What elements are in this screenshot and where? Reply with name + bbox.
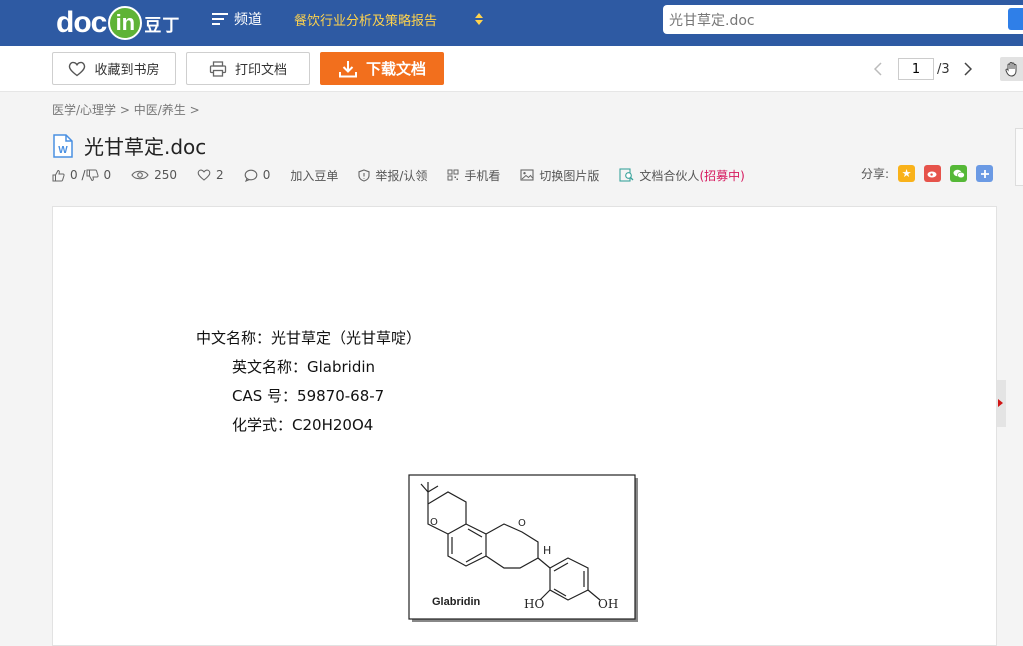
docin-logo[interactable]: doc in 豆丁 — [56, 0, 180, 46]
print-button[interactable]: 打印文档 — [186, 52, 310, 85]
channel-menu[interactable]: 频道 — [212, 8, 262, 30]
breadcrumb: 医学/心理学 > 中医/养生 > — [52, 101, 200, 118]
svg-text:O: O — [518, 518, 526, 529]
logo-chinese: 豆丁 — [144, 15, 181, 36]
logo-in-badge: in — [108, 6, 143, 40]
like-dislike[interactable]: 0 / 0 — [52, 168, 111, 182]
download-button[interactable]: 下载文档 — [320, 52, 444, 85]
page-navigator: /3 — [868, 58, 978, 80]
hand-tool-icon[interactable] — [1000, 57, 1023, 81]
search-button[interactable] — [1008, 8, 1023, 30]
prev-page-icon[interactable] — [868, 62, 888, 76]
thumbs-down-icon — [86, 169, 99, 181]
chemical-formula-line: 化学式：C20H20O4 — [232, 414, 373, 435]
formula-label: 化学式： — [232, 416, 293, 434]
page-expand-handle[interactable] — [997, 380, 1006, 427]
cas-label: CAS 号： — [232, 387, 298, 405]
logo-text: doc — [56, 6, 107, 39]
qzone-share-icon[interactable]: ★ — [898, 165, 916, 182]
partner-link[interactable]: 文档合伙人 (招募中) — [619, 167, 745, 184]
image-icon — [520, 169, 534, 181]
dislikes-count: 0 — [103, 168, 112, 182]
report-link[interactable]: 餐饮行业分析及策略报告 — [294, 10, 437, 29]
shield-icon — [358, 168, 370, 182]
download-label: 下载文档 — [365, 60, 426, 78]
english-name-value: Glabridin — [307, 358, 376, 376]
thumbs-up-icon — [52, 169, 65, 181]
heart-icon — [68, 61, 86, 77]
more-share-icon[interactable] — [976, 165, 994, 182]
views-count: 250 — [154, 168, 178, 182]
chinese-name-line: 中文名称：光甘草定（光甘草啶） — [196, 329, 422, 347]
figure-caption: Glabridin — [432, 596, 481, 608]
next-page-icon[interactable] — [958, 62, 978, 76]
english-name-line: 英文名称：Glabridin — [232, 356, 375, 377]
share-bar: 分享: ★ — [861, 165, 994, 182]
favorite-button[interactable]: 收藏到书房 — [52, 52, 176, 85]
total-pages: /3 — [937, 61, 950, 77]
page-number-input[interactable] — [898, 58, 934, 80]
add-to-douding-link[interactable]: 加入豆单 — [290, 167, 338, 184]
formula-value: C20H20O4 — [292, 416, 374, 434]
svg-text:W: W — [58, 145, 68, 156]
likes-count: 0 / — [70, 168, 86, 182]
report-claim-link[interactable]: 举报/认领 — [358, 167, 427, 184]
mobile-view-link[interactable]: 手机看 — [447, 167, 500, 184]
printer-icon — [209, 60, 227, 77]
breadcrumb-medicine[interactable]: 医学/心理学 — [52, 103, 116, 117]
report-claim-label: 举报/认领 — [375, 168, 428, 183]
cas-value: 59870-68-7 — [297, 387, 385, 405]
add-to-douding-label: 加入豆单 — [290, 168, 339, 183]
hearts-count: 2 — [216, 168, 224, 182]
figure-h-label: H — [543, 544, 551, 557]
svg-text:O: O — [430, 517, 438, 528]
top-navigation-bar: doc in 豆丁 频道 餐饮行业分析及策略报告 — [0, 0, 1023, 46]
mobile-view-label: 手机看 — [464, 168, 501, 183]
eye-icon — [131, 170, 149, 180]
partner-icon — [619, 168, 634, 182]
recruiting-badge: (招募中) — [699, 168, 745, 183]
figure-ho-label: HO — [524, 597, 544, 611]
channel-label: 频道 — [234, 12, 262, 28]
comment-icon — [244, 169, 258, 182]
glabridin-structure-figure: O O H Glabridin HO OH — [408, 474, 638, 622]
document-title-row: W 光甘草定.doc — [52, 131, 206, 160]
menu-icon — [212, 10, 228, 28]
document-toolbar: 收藏到书房 打印文档 下载文档 /3 — [0, 46, 1023, 92]
search-input[interactable] — [663, 5, 1023, 34]
partner-label: 文档合伙人 — [639, 168, 700, 183]
views-stat: 250 — [131, 168, 177, 182]
english-name-label: 英文名称： — [232, 358, 308, 376]
switch-image-link[interactable]: 切换图片版 — [520, 167, 599, 184]
hearts-stat[interactable]: 2 — [197, 168, 224, 182]
page-title: 光甘草定.doc — [84, 135, 207, 159]
download-icon — [338, 60, 358, 78]
heart-outline-icon — [197, 169, 211, 181]
qr-code-icon — [447, 169, 459, 181]
switch-arrows-icon[interactable] — [474, 11, 484, 27]
document-meta-bar: 0 / 0 250 2 0 加入豆单 举报/认领 手机看 切换图片版 文档合伙人… — [52, 166, 765, 184]
figure-oh-label: OH — [598, 597, 618, 611]
comments-stat[interactable]: 0 — [244, 168, 271, 182]
switch-image-label: 切换图片版 — [539, 168, 600, 183]
share-label: 分享: — [861, 167, 890, 181]
print-label: 打印文档 — [234, 63, 287, 78]
comments-count: 0 — [262, 168, 271, 182]
breadcrumb-tcm[interactable]: 中医/养生 — [134, 103, 186, 117]
weibo-share-icon[interactable] — [924, 165, 942, 182]
favorite-label: 收藏到书房 — [94, 63, 160, 78]
side-panel-tab[interactable] — [1015, 128, 1023, 186]
cas-number-line: CAS 号：59870-68-7 — [232, 385, 384, 406]
word-file-icon: W — [53, 133, 73, 158]
wechat-share-icon[interactable] — [950, 165, 968, 182]
breadcrumb-separator: > — [116, 103, 134, 117]
arrow-right-icon — [998, 399, 1003, 407]
breadcrumb-separator: > — [185, 103, 200, 117]
